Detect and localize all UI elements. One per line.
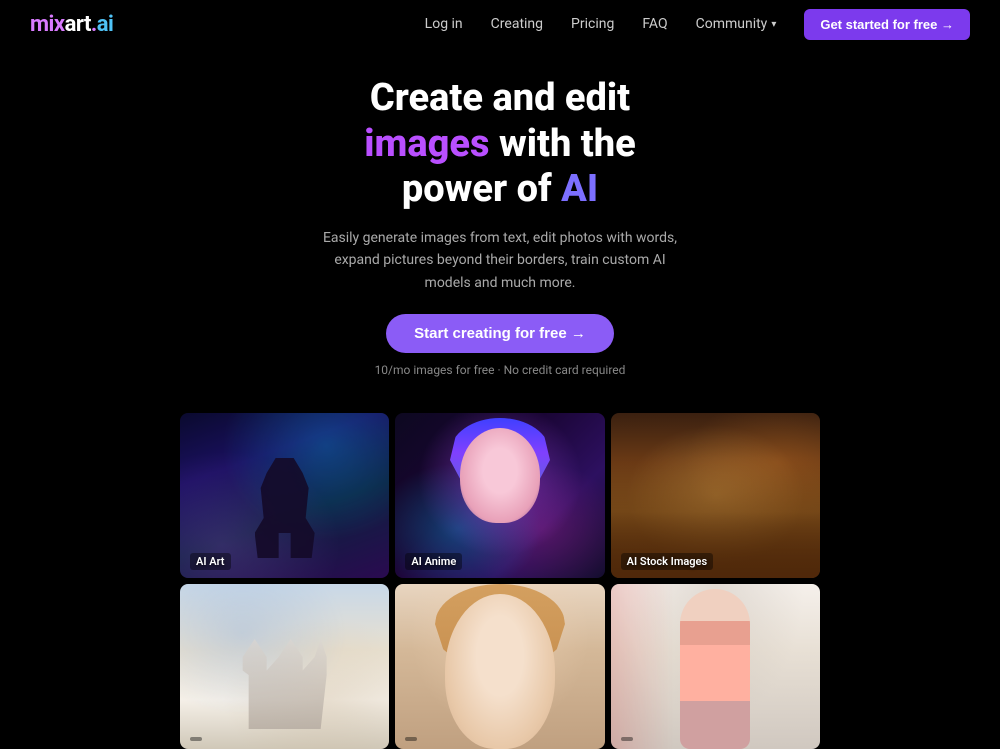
nav-community-label: Community [696,16,768,32]
grid-item-ai-art[interactable]: AI Art [180,413,389,578]
nav-cta-button[interactable]: Get started for free → [804,9,970,40]
nav-pricing[interactable]: Pricing [571,16,614,32]
chevron-down-icon: ▾ [771,19,776,30]
anime-face [460,428,540,523]
grid-label-ai-stock: AI Stock Images [621,553,713,570]
hero-title-power: power of [402,167,561,211]
grid-item-scifi[interactable] [180,584,389,749]
grid-item-ai-stock[interactable]: AI Stock Images [611,413,820,578]
street-figure [680,589,750,749]
scifi-towers [225,639,345,729]
grid-label-6 [621,737,633,741]
nav-links: Log in Creating Pricing FAQ Community ▾ … [425,9,970,40]
logo[interactable]: mixart.ai [30,12,113,37]
hero-title-with: with the [499,122,636,166]
nav-creating[interactable]: Creating [491,16,543,32]
hero-highlight-images: images [364,122,489,166]
hero-title: Create and edit images with the power of… [20,76,980,213]
nav-login[interactable]: Log in [425,16,463,32]
grid-item-portrait[interactable] [395,584,604,749]
portrait-face [445,594,555,749]
grid-label-4 [190,737,202,741]
hero-sub-note: 10/mo images for free · No credit card r… [20,363,980,377]
hero-section: Create and edit images with the power of… [0,48,1000,397]
nav-faq[interactable]: FAQ [642,16,667,32]
grid-label-ai-art: AI Art [190,553,231,570]
navbar: mixart.ai Log in Creating Pricing FAQ Co… [0,0,1000,48]
hero-cta-button[interactable]: Start creating for free → [386,314,614,353]
logo-mix: mix [30,12,65,37]
hero-title-line1: Create and edit [370,76,630,120]
nav-community-dropdown[interactable]: Community ▾ [696,16,777,32]
logo-ai: ai [97,12,114,37]
hero-description: Easily generate images from text, edit p… [310,227,690,294]
grid-item-street[interactable] [611,584,820,749]
hero-highlight-ai: AI [561,167,598,211]
grid-label-ai-anime: AI Anime [405,553,462,570]
image-grid: AI Art AI Anime AI Stock Images [0,413,1000,749]
grid-label-5 [405,737,417,741]
grid-item-ai-anime[interactable]: AI Anime [395,413,604,578]
logo-art: art [65,12,91,37]
